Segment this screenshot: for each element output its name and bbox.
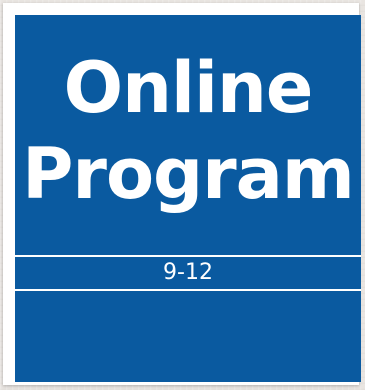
divider-bottom	[15, 289, 361, 291]
online-program-panel[interactable]: Online Program 9-12	[15, 15, 361, 382]
title-line-program: Program	[22, 133, 355, 215]
grade-range-label: 9-12	[163, 260, 213, 285]
title-line-online: Online	[63, 47, 314, 129]
divider-top	[15, 255, 361, 257]
